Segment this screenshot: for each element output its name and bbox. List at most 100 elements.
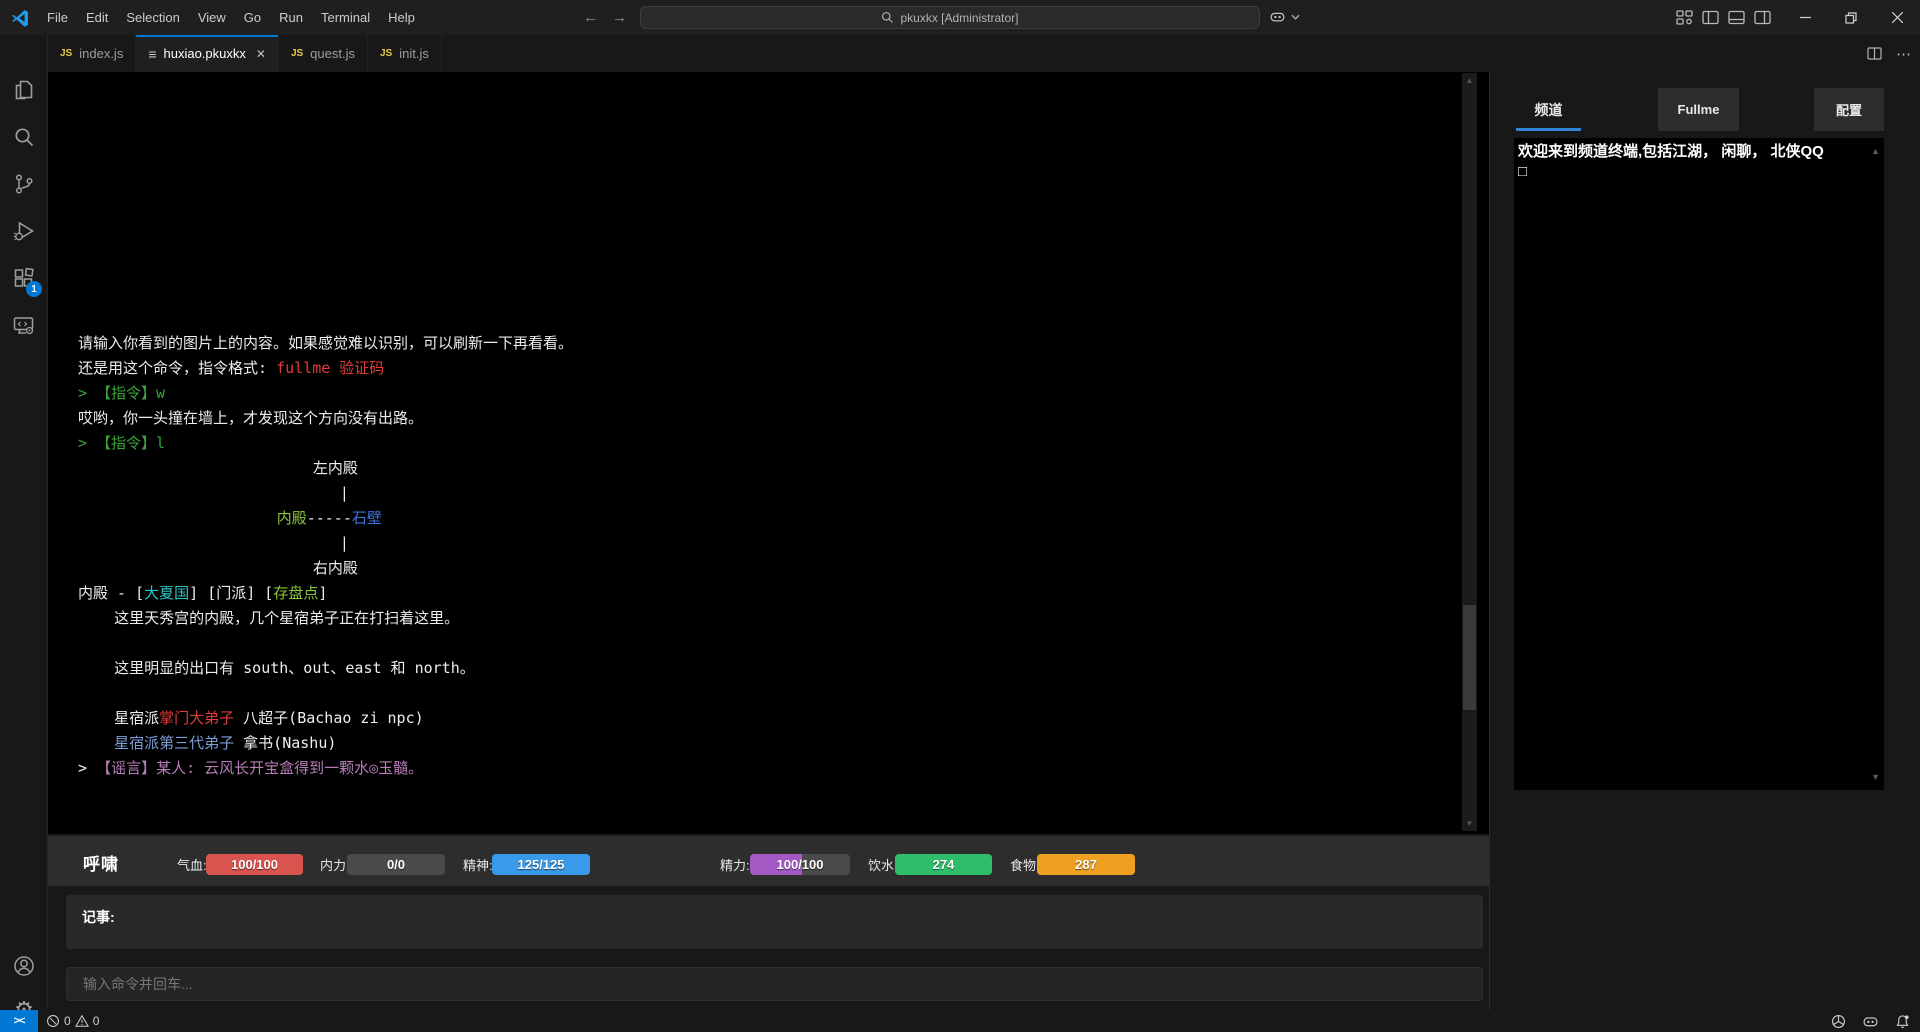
menu-selection[interactable]: Selection [117,0,188,35]
terminal-line: 哎哟，你一头撞在墙上，才发现这个方向没有出路。 [78,406,573,431]
terminal-text-segment: 星宿派 [114,709,159,727]
customize-layout-icon[interactable] [1676,10,1693,25]
terminal-line: > 【指令】w [78,381,573,406]
account-button[interactable] [0,943,48,989]
terminal-line: 星宿派掌门大弟子 八超子(Bachao zi npc) [78,706,573,731]
scrollbar-thumb[interactable] [1463,605,1476,710]
error-icon [46,1014,60,1028]
stat-bar: 0/0 [347,854,445,875]
bell-icon[interactable] [1895,1014,1910,1029]
terminal-text-segment: ----- [307,509,352,527]
tab-fullme[interactable]: Fullme [1658,88,1739,131]
tab-index-js[interactable]: JS index.js [48,35,136,72]
status-extension-icon[interactable] [1831,1014,1846,1029]
command-input[interactable] [66,967,1483,1001]
scroll-down-icon[interactable]: ▼ [1462,819,1477,828]
terminal-line: > 【指令】l [78,431,573,456]
terminal-line: 左内殿 [78,456,573,481]
terminal-output: 请输入你看到的图片上的内容。如果感觉难以识别，可以刷新一下再看看。还是用这个命令… [78,331,573,781]
sidebar-item-search[interactable] [0,114,48,160]
restore-button[interactable] [1828,0,1874,35]
terminal-line: | [78,531,573,556]
copilot-icon [1268,7,1287,26]
terminal-line: | [78,481,573,506]
game-output: 请输入你看到的图片上的内容。如果感觉难以识别，可以刷新一下再看看。还是用这个命令… [48,72,1489,834]
account-icon [12,954,36,978]
stat-label: 饮水: [868,855,898,874]
stat-value: 100/100 [750,854,850,875]
tab-channel[interactable]: 频道 [1516,88,1581,131]
sidebar-item-explorer[interactable] [0,67,48,113]
terminal-text-segment: 存盘点 [273,584,318,602]
menu-terminal[interactable]: Terminal [312,0,379,35]
sidebar-item-run-debug[interactable] [0,208,48,254]
js-file-icon: JS [380,48,392,59]
terminal-text-segment: 请输入你看到的图片上的内容。如果感觉难以识别，可以刷新一下再看看。 [78,334,573,352]
stat-bar: 274 [895,854,992,875]
copilot-menu[interactable] [1268,7,1300,26]
terminal-text-segment: 【谣言】某人: 云风长开宝盒得到一颗水◎玉髓。 [96,759,423,777]
minimize-button[interactable] [1782,0,1828,35]
terminal-text-segment: 还是用这个命令，指令格式: [78,359,276,377]
sidebar-item-source-control[interactable] [0,161,48,207]
menu-run[interactable]: Run [270,0,312,35]
files-icon [12,78,36,102]
stat-label: 精力: [720,855,750,874]
tab-label: init.js [399,46,429,61]
scroll-up-icon[interactable]: ▲ [1871,146,1880,156]
terminal-line [78,631,573,656]
tab-huxiao-pkuxkx[interactable]: ≡ huxiao.pkuxkx ✕ [136,35,279,72]
status-bar: >< 0 0 [0,1010,1920,1032]
extensions-badge: 1 [26,281,42,297]
more-actions-icon[interactable]: ⋯ [1896,45,1912,63]
tab-config[interactable]: 配置 [1814,88,1884,131]
terminal-text-segment: 这里天秀宫的内殿，几个星宿弟子正在打扫着这里。 [114,609,459,627]
menu-help[interactable]: Help [379,0,424,35]
sidebar-item-game-client[interactable] [0,302,48,348]
terminal-line: 这里天秀宫的内殿，几个星宿弟子正在打扫着这里。 [78,606,573,631]
terminal-text-segment: 内殿 - [ [78,584,144,602]
problems-indicator[interactable]: 0 0 [46,1014,99,1028]
terminal-text-segment: 右内殿 [313,559,358,577]
stat-value: 0/0 [347,854,445,875]
tab-label: huxiao.pkuxkx [163,46,245,61]
history-back-icon[interactable]: ← [583,9,598,26]
menu-edit[interactable]: Edit [77,0,117,35]
title-bar: File Edit Selection View Go Run Terminal… [0,0,1920,35]
terminal-text-segment: | [340,484,349,502]
tab-quest-js[interactable]: JS quest.js [279,35,368,72]
toggle-panel-icon[interactable] [1728,10,1745,25]
remote-indicator[interactable]: >< [0,1010,38,1032]
game-client-icon [12,313,36,337]
command-center[interactable]: pkuxkx [Administrator] [640,6,1260,29]
custom-editor-icon: ≡ [148,46,156,62]
terminal-text-segment: 星宿派第三代弟子 [114,734,234,752]
notes-panel: 记事: [66,895,1483,949]
toggle-secondary-sidebar-icon[interactable] [1754,10,1771,25]
terminal-line: 还是用这个命令，指令格式: fullme 验证码 [78,356,573,381]
menu-view[interactable]: View [189,0,235,35]
terminal-text-segment: > 【指令】w [78,384,165,402]
scroll-up-icon[interactable]: ▲ [1462,76,1477,85]
tab-init-js[interactable]: JS init.js [368,35,442,72]
channel-panel: 频道 Fullme 配置 欢迎来到频道终端,包括江湖， 闲聊， 北侠QQ□ ▲ … [1489,72,1920,1010]
terminal-line: > 【谣言】某人: 云风长开宝盒得到一颗水◎玉髓。 [78,756,573,781]
close-tab-icon[interactable]: ✕ [256,47,266,61]
close-window-button[interactable] [1874,0,1920,35]
terminal-scrollbar[interactable]: ▲ ▼ [1462,73,1477,831]
chevron-down-icon [1291,14,1300,20]
notes-label: 记事: [82,907,115,927]
editor-tabs: JS index.js ≡ huxiao.pkuxkx ✕ JS quest.j… [48,35,1920,72]
terminal-text-segment: ] [318,584,327,602]
copilot-icon[interactable] [1862,1014,1879,1029]
toggle-sidebar-icon[interactable] [1702,10,1719,25]
split-editor-icon[interactable] [1867,47,1882,60]
menu-file[interactable]: File [38,0,77,35]
terminal-text-segment: 掌门大弟子 [159,709,234,727]
menu-go[interactable]: Go [235,0,270,35]
stat-label: 食物: [1010,855,1040,874]
scroll-down-icon[interactable]: ▼ [1871,772,1880,782]
warning-count: 0 [93,1014,100,1028]
sidebar-item-extensions[interactable]: 1 [0,255,48,301]
history-forward-icon[interactable]: → [612,9,627,26]
